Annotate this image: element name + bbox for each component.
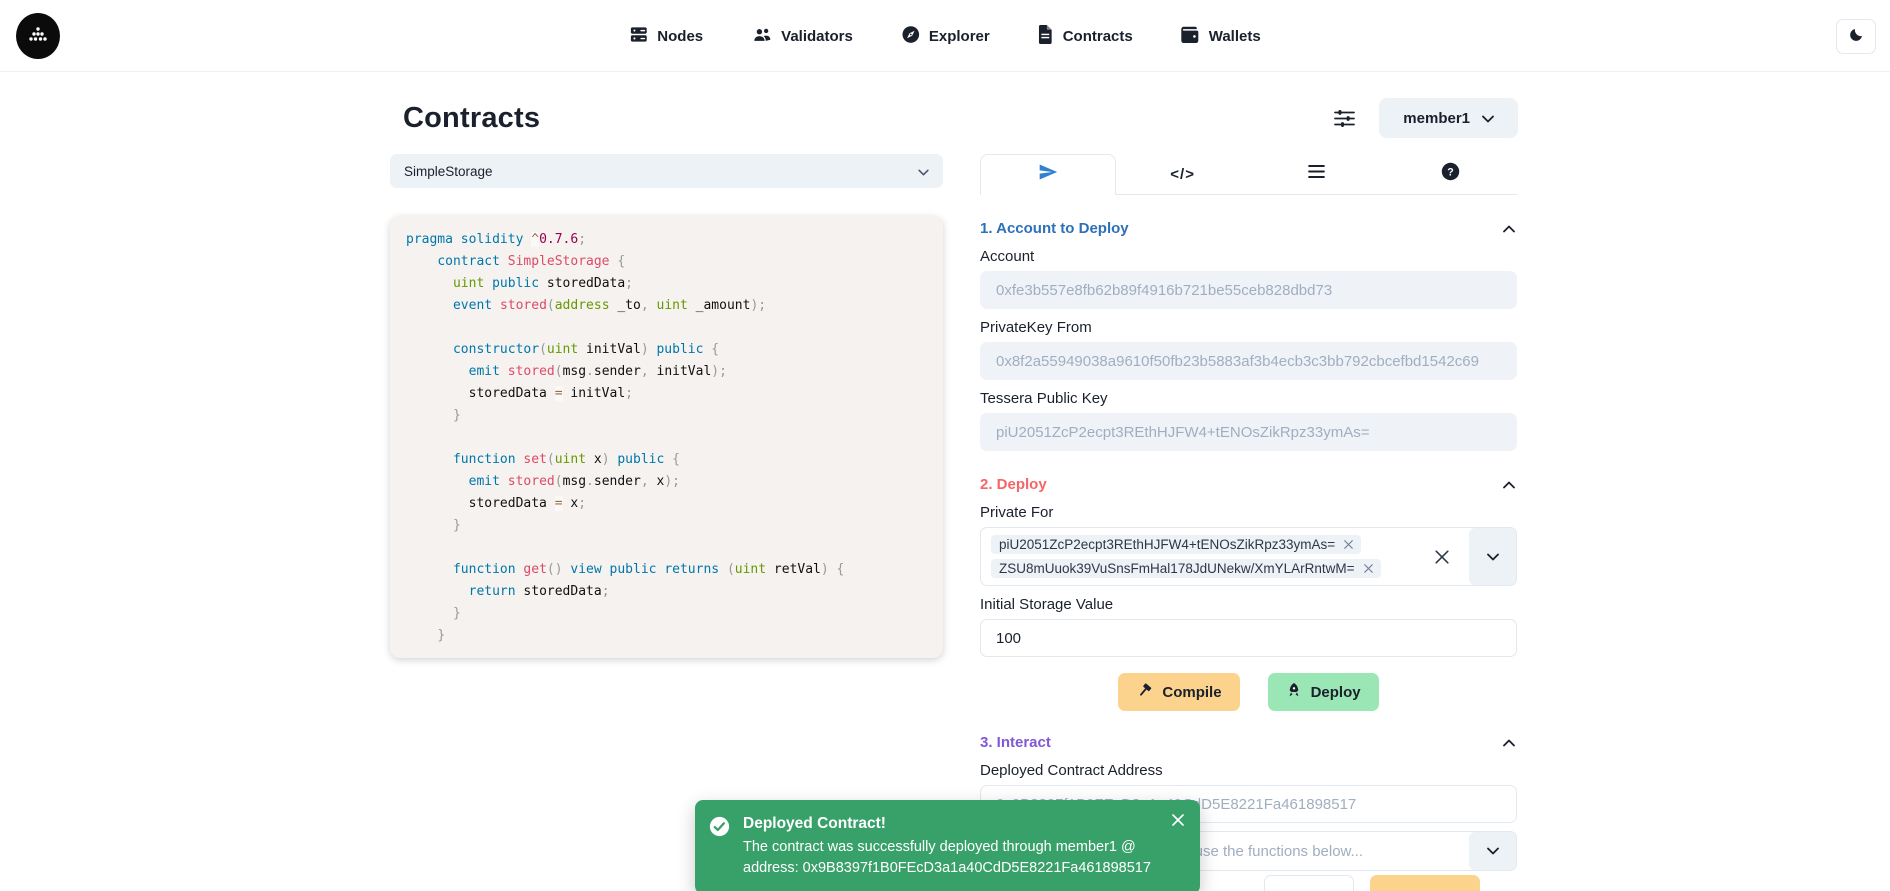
privatekey-label: PrivateKey From xyxy=(980,319,1517,336)
toast-message: The contract was successfully deployed t… xyxy=(743,837,1163,879)
toast-title: Deployed Contract! xyxy=(743,815,1163,833)
deploy-panel-tabs: </> ? xyxy=(980,154,1517,195)
collapse-section-button[interactable] xyxy=(1501,219,1517,238)
tag-value: piU2051ZcP2ecpt3REthHJFW4+tENOsZikRpz33y… xyxy=(999,537,1335,552)
nav-label: Validators xyxy=(781,28,853,45)
section-heading: 1. Account to Deploy xyxy=(980,220,1129,237)
main-nav: Nodes Validators Explorer Contracts Wall… xyxy=(605,0,1284,72)
account-input[interactable] xyxy=(980,271,1517,309)
remove-tag-icon[interactable] xyxy=(1344,537,1353,552)
file-icon xyxy=(1038,25,1054,48)
tab-help[interactable]: ? xyxy=(1383,154,1517,194)
moon-icon xyxy=(1848,27,1864,46)
collapse-section-button[interactable] xyxy=(1501,733,1517,752)
nav-label: Contracts xyxy=(1063,28,1133,45)
section-heading: 3. Interact xyxy=(980,734,1051,751)
chevron-down-icon xyxy=(1482,110,1494,127)
nav-item-explorer[interactable]: Explorer xyxy=(901,25,990,48)
nav-label: Nodes xyxy=(657,28,703,45)
page-title: Contracts xyxy=(403,102,540,135)
section-heading: 2. Deploy xyxy=(980,476,1047,493)
deploy-button-label: Deploy xyxy=(1311,684,1361,701)
server-icon xyxy=(629,25,648,48)
contracts-page: Contracts member1 SimpleStorage pragma s… xyxy=(390,72,1518,891)
chevron-down-icon xyxy=(918,164,929,179)
tab-logs[interactable] xyxy=(1250,154,1384,194)
private-for-multiselect[interactable]: piU2051ZcP2ecpt3REthHJFW4+tENOsZikRpz33y… xyxy=(980,527,1517,586)
logo-dots-icon xyxy=(24,22,52,50)
function-action-button[interactable] xyxy=(1370,875,1480,891)
section-deploy: 2. Deploy xyxy=(980,475,1517,494)
nav-item-contracts[interactable]: Contracts xyxy=(1038,25,1133,48)
code-editor[interactable]: pragma solidity ^0.7.6; contract SimpleS… xyxy=(390,216,943,658)
list-icon xyxy=(1308,165,1325,183)
help-icon: ? xyxy=(1441,162,1460,186)
compass-icon xyxy=(901,25,920,48)
dark-mode-toggle[interactable] xyxy=(1836,19,1876,54)
remove-tag-icon[interactable] xyxy=(1364,561,1373,576)
function-select-dropdown-toggle[interactable] xyxy=(1469,832,1516,870)
hammer-icon xyxy=(1136,682,1153,703)
tab-deploy[interactable] xyxy=(980,154,1116,195)
deploy-success-toast: Deployed Contract! The contract was succ… xyxy=(695,800,1200,891)
tessera-key-input[interactable] xyxy=(980,413,1517,451)
top-nav-bar: Nodes Validators Explorer Contracts Wall… xyxy=(0,0,1890,72)
app-logo[interactable] xyxy=(16,13,60,59)
compile-button[interactable]: Compile xyxy=(1118,673,1239,711)
check-circle-icon xyxy=(709,816,730,879)
private-for-dropdown-toggle[interactable] xyxy=(1469,528,1516,585)
chevron-up-icon xyxy=(1503,477,1515,492)
privatekey-input[interactable] xyxy=(980,342,1517,380)
nav-item-validators[interactable]: Validators xyxy=(751,25,853,48)
tessera-key-label: Tessera Public Key xyxy=(980,390,1517,407)
deployed-address-label: Deployed Contract Address xyxy=(980,762,1517,779)
toast-close-button[interactable] xyxy=(1169,811,1187,832)
paper-plane-icon xyxy=(1038,162,1058,187)
compile-button-label: Compile xyxy=(1162,684,1221,701)
private-for-tag: ZSU8mUuok39VuSnsFmHal178JdUNekw/XmYLArRn… xyxy=(991,559,1381,578)
account-selector-button[interactable]: member1 xyxy=(1379,98,1518,138)
code-icon: </> xyxy=(1170,166,1195,183)
section-account-to-deploy: 1. Account to Deploy xyxy=(980,219,1517,238)
function-arg-input[interactable] xyxy=(1264,875,1354,891)
chevron-up-icon xyxy=(1503,221,1515,236)
account-selector-label: member1 xyxy=(1403,110,1470,127)
users-icon xyxy=(751,25,772,48)
contract-select[interactable]: SimpleStorage xyxy=(390,154,943,188)
tab-source-code[interactable]: </> xyxy=(1116,154,1250,194)
rocket-icon xyxy=(1286,682,1302,702)
chevron-down-icon xyxy=(1487,548,1499,566)
nav-item-wallets[interactable]: Wallets xyxy=(1181,26,1261,47)
clear-all-icon[interactable] xyxy=(1415,528,1469,585)
close-icon xyxy=(1172,814,1184,829)
nav-label: Explorer xyxy=(929,28,990,45)
private-for-tag: piU2051ZcP2ecpt3REthHJFW4+tENOsZikRpz33y… xyxy=(991,535,1361,554)
initial-storage-label: Initial Storage Value xyxy=(980,596,1517,613)
svg-text:?: ? xyxy=(1447,166,1454,178)
collapse-section-button[interactable] xyxy=(1501,475,1517,494)
sliders-icon[interactable] xyxy=(1334,109,1355,128)
chevron-up-icon xyxy=(1503,735,1515,750)
section-interact: 3. Interact xyxy=(980,733,1517,752)
nav-label: Wallets xyxy=(1209,28,1261,45)
deploy-button[interactable]: Deploy xyxy=(1268,673,1379,711)
private-for-label: Private For xyxy=(980,504,1517,521)
title-row: Contracts member1 xyxy=(390,96,1518,140)
wallet-icon xyxy=(1181,26,1200,47)
nav-item-nodes[interactable]: Nodes xyxy=(629,25,703,48)
initial-storage-input[interactable] xyxy=(980,619,1517,657)
tag-value: ZSU8mUuok39VuSnsFmHal178JdUNekw/XmYLArRn… xyxy=(999,561,1355,576)
chevron-down-icon xyxy=(1487,842,1499,860)
contract-select-value: SimpleStorage xyxy=(404,164,493,179)
account-label: Account xyxy=(980,248,1517,265)
